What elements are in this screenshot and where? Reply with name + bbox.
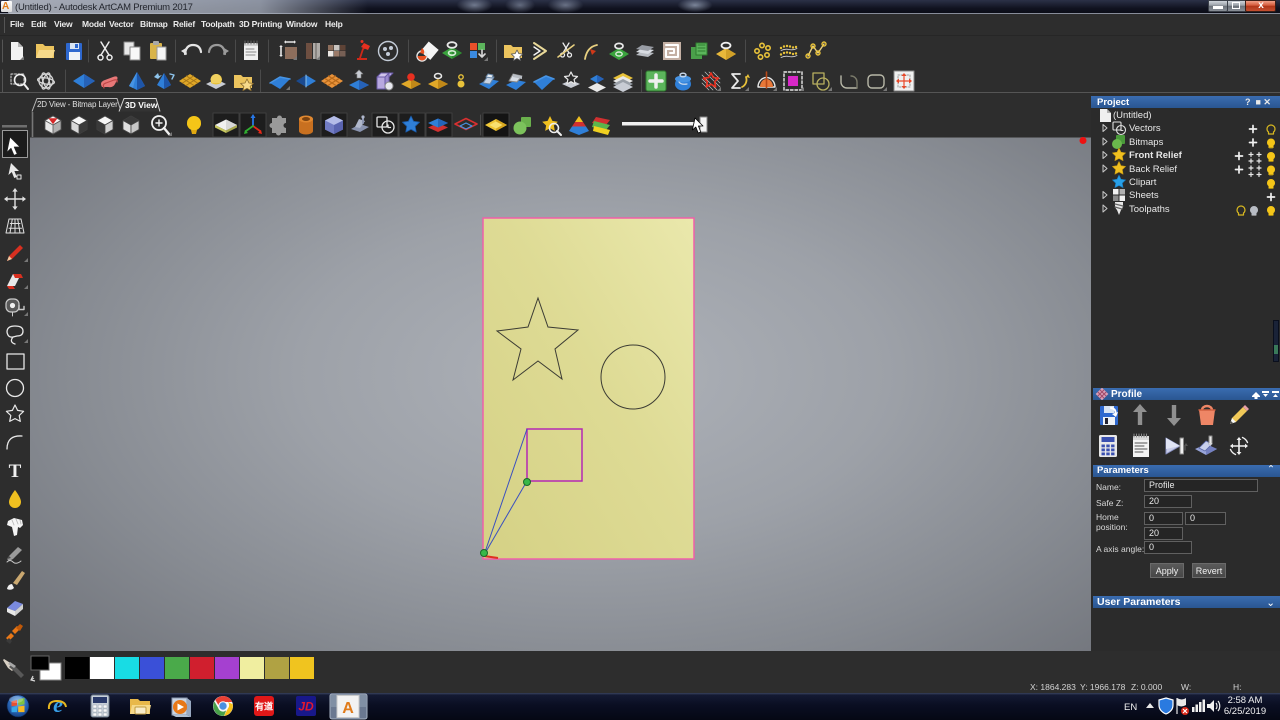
svg-text:EN: EN <box>1124 702 1137 713</box>
svg-text:6/25/2019: 6/25/2019 <box>1224 706 1266 717</box>
svg-text:有道: 有道 <box>255 701 273 712</box>
svg-text:T: T <box>9 461 22 482</box>
svg-text:e: e <box>53 693 63 717</box>
svg-text:A: A <box>342 700 354 717</box>
svg-text:JD: JD <box>298 700 314 714</box>
svg-text:2:58 AM: 2:58 AM <box>1228 695 1263 706</box>
